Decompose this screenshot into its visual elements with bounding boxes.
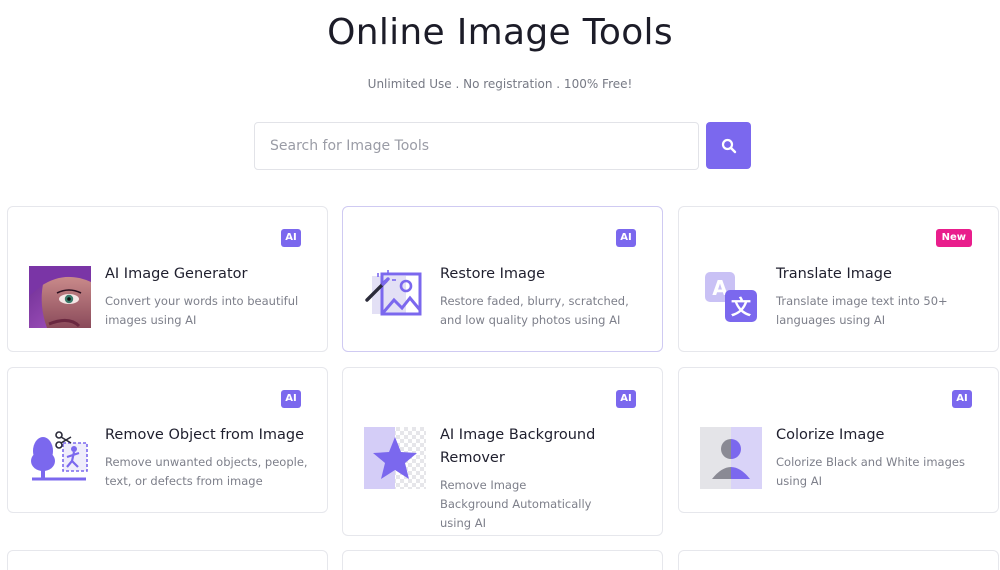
background-remover-icon xyxy=(364,427,426,489)
tool-card-partial[interactable] xyxy=(678,550,999,570)
ai-badge: AI xyxy=(616,390,636,408)
colorize-person-icon xyxy=(700,427,762,489)
tool-card-background-remover[interactable]: AI AI Image Background Remover Remove Im… xyxy=(342,367,663,536)
ai-badge: AI xyxy=(616,229,636,247)
ai-badge: AI xyxy=(952,390,972,408)
ai-badge: AI xyxy=(281,229,301,247)
ai-portrait-thumbnail xyxy=(29,266,91,328)
tool-card-translate-image[interactable]: New A 文 Translate Image Translate image … xyxy=(678,206,999,352)
ai-badge: AI xyxy=(281,390,301,408)
tool-card-colorize-image[interactable]: AI Colorize Image Colorize Black and Whi… xyxy=(678,367,999,513)
translate-icon: A 文 xyxy=(705,272,757,322)
tool-title: Remove Object from Image xyxy=(105,427,305,443)
tool-card-restore-image[interactable]: AI Restore Image Restore faded, blurry, … xyxy=(342,206,663,352)
tool-description: Remove unwanted objects, people, text, o… xyxy=(105,455,308,488)
magic-wand-image-icon xyxy=(365,270,422,316)
tool-title: AI Image Generator xyxy=(105,266,248,282)
tool-card-ai-image-generator[interactable]: AI AI Image Generator Convert your words… xyxy=(7,206,328,352)
tool-description: Translate image text into 50+ languages … xyxy=(776,294,948,327)
tool-description: Convert your words into beautiful images… xyxy=(105,294,299,327)
tool-title: Restore Image xyxy=(440,266,546,282)
tool-description: Colorize Black and White images using AI xyxy=(776,455,965,488)
new-badge: New xyxy=(935,229,972,247)
svg-text:文: 文 xyxy=(731,295,752,319)
tool-card-partial[interactable] xyxy=(342,550,663,570)
tool-description: Restore faded, blurry, scratched, and lo… xyxy=(440,294,629,327)
tool-title: Translate Image xyxy=(776,266,892,282)
remove-object-icon xyxy=(31,431,88,481)
tool-card-remove-object[interactable]: AI Remove Object from Image Remove unwan… xyxy=(7,367,328,513)
tool-title: Colorize Image xyxy=(776,427,885,443)
tool-description: Remove Image Background Automatically us… xyxy=(440,478,592,530)
tools-grid: AI AI Image Generator Convert your words… xyxy=(0,0,1000,570)
tool-card-partial[interactable] xyxy=(7,550,328,570)
tool-title: AI Image Background Remover xyxy=(440,427,596,466)
